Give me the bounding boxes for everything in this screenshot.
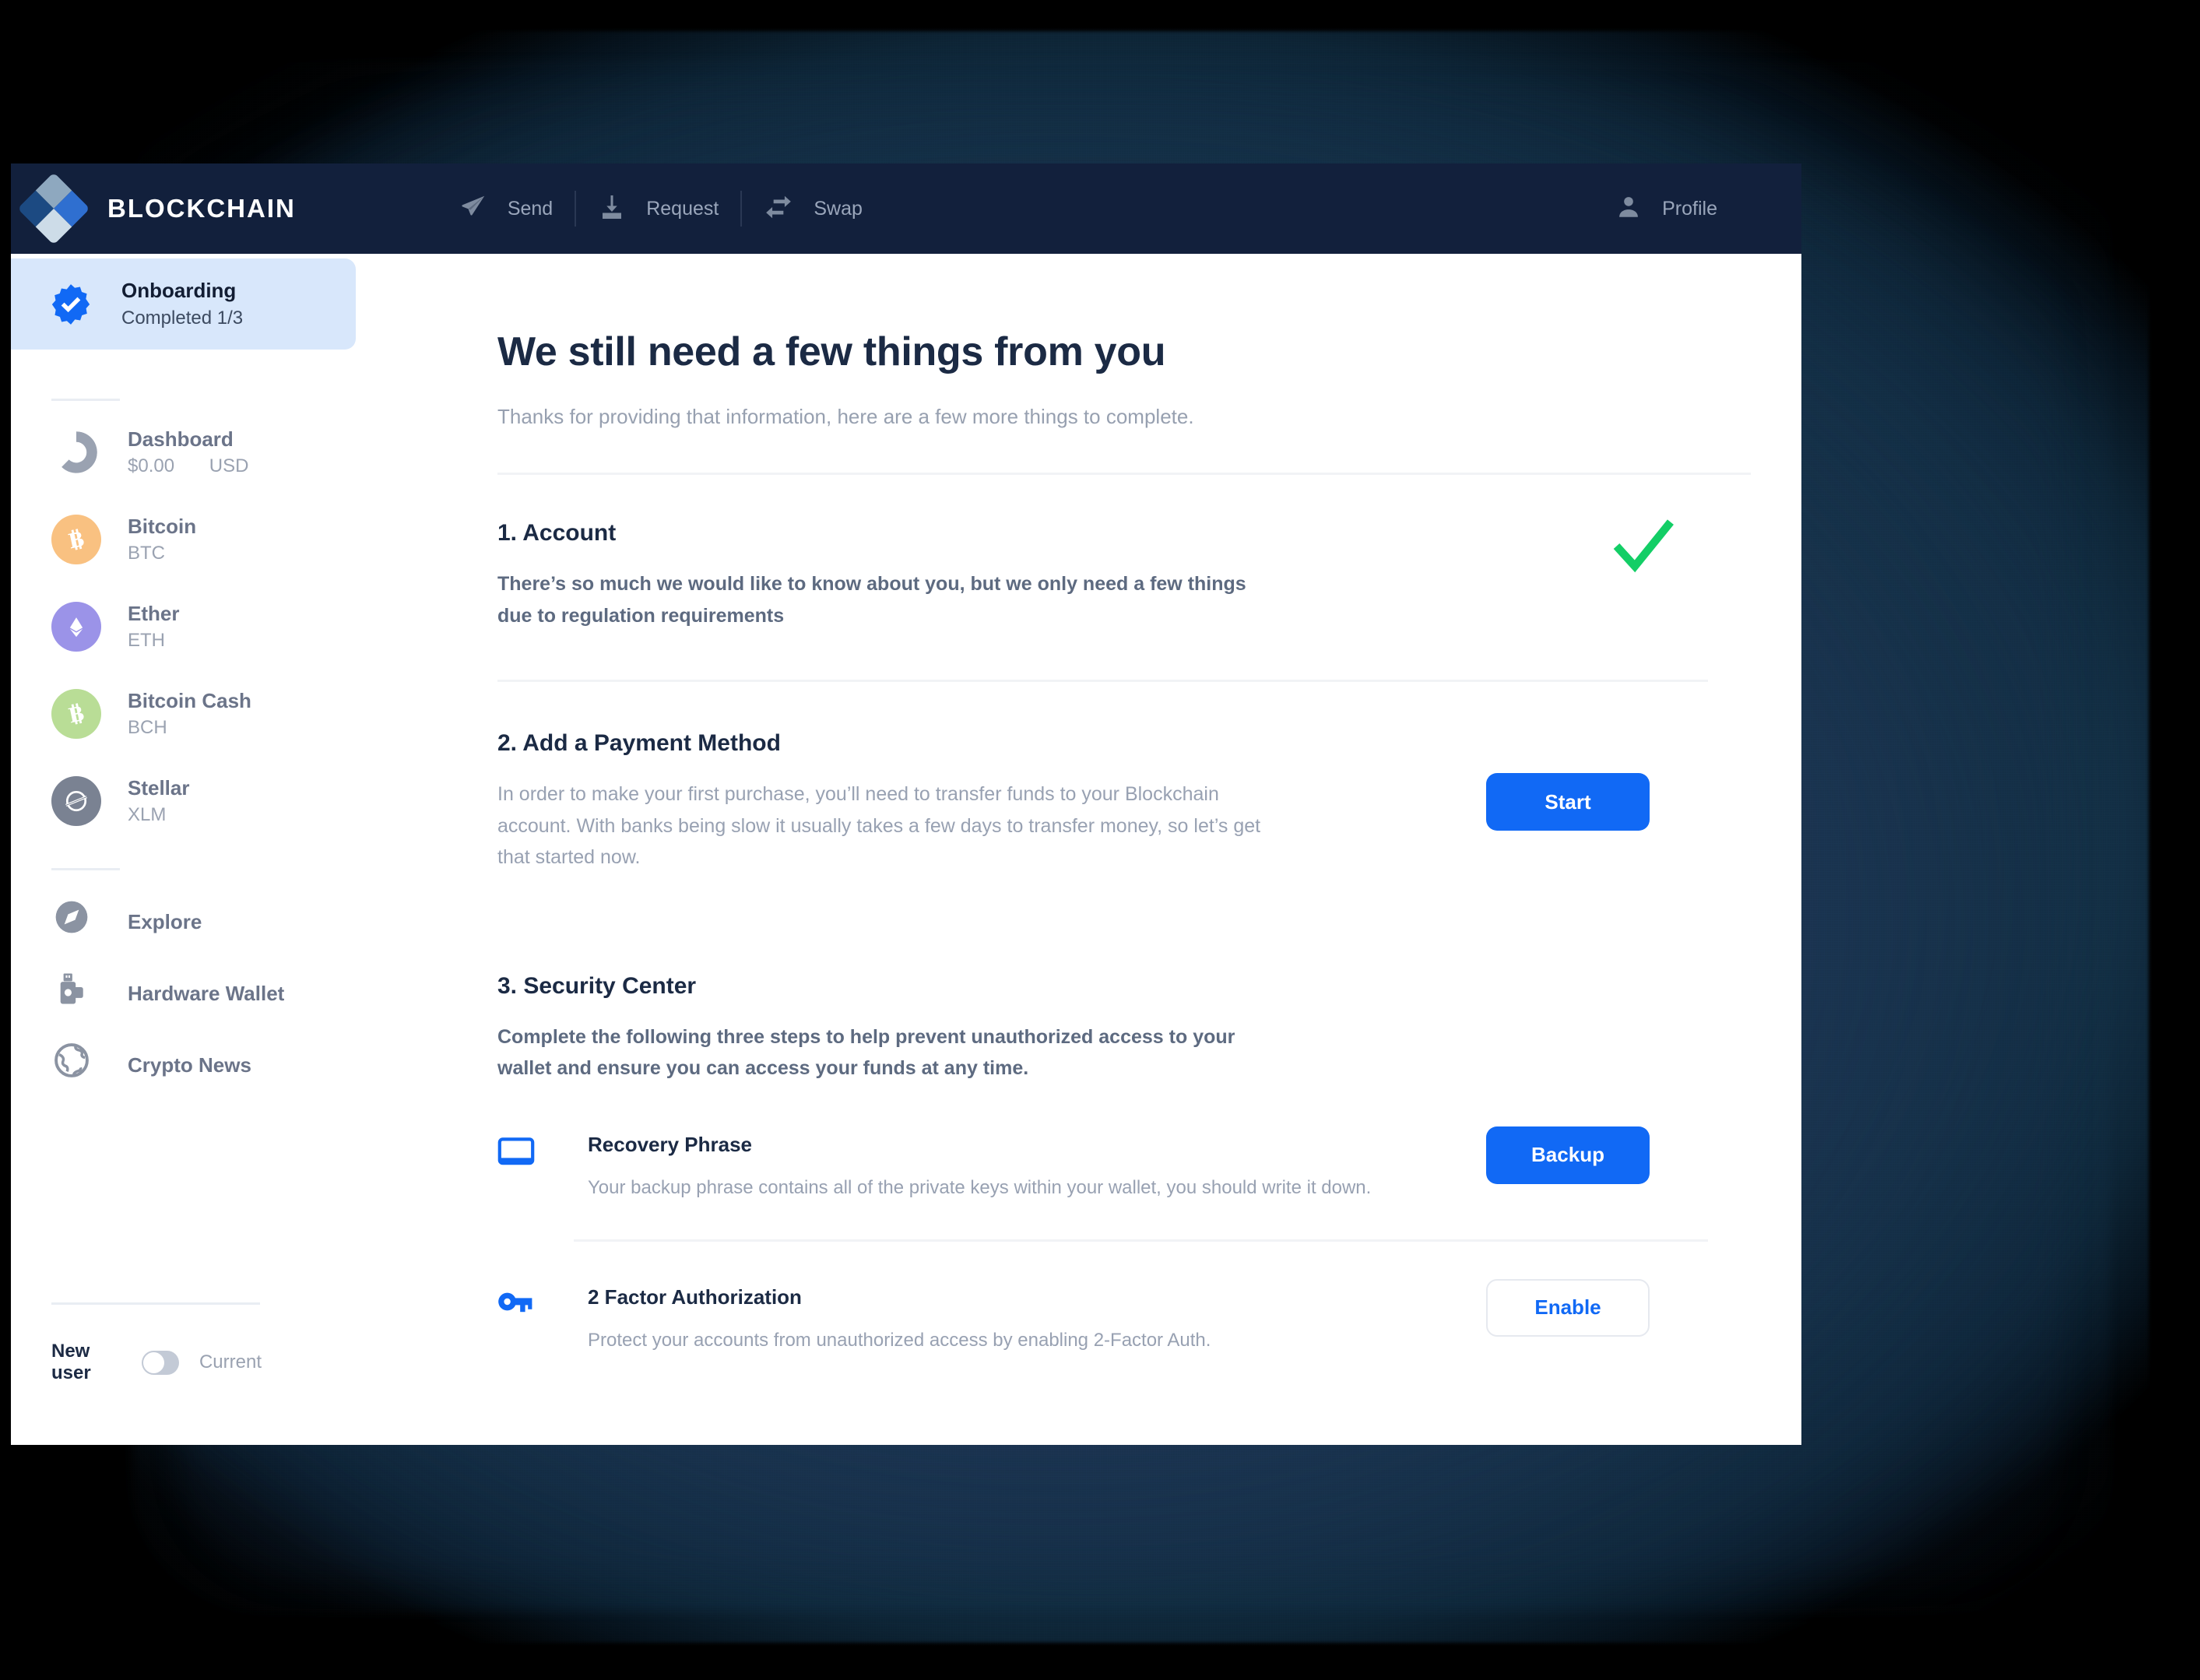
toggle-label-new-user: New user (51, 1341, 91, 1383)
sidebar-item-bitcoin-cash[interactable]: B Bitcoin Cash BCH (11, 670, 459, 757)
sidebar-bitcoin-cash-label: Bitcoin Cash (128, 689, 251, 712)
enable-button[interactable]: Enable (1486, 1278, 1650, 1337)
section-payment-method: 2. Add a Payment Method In order to make… (497, 730, 1751, 873)
toggle-label-current: Current (199, 1351, 262, 1372)
divider-between-security-rows (574, 1239, 1708, 1242)
screenshot-root: BLOCKCHAIN Send Request Swap Profile Onb… (0, 0, 2200, 1680)
two-factor-title: 2 Factor Authorization (588, 1285, 802, 1309)
sidebar-item-stellar[interactable]: Stellar XLM (11, 757, 459, 845)
recovery-phrase-desc: Your backup phrase contains all of the p… (588, 1176, 1372, 1198)
sidebar-item-bitcoin[interactable]: BB Bitcoin BTC (11, 496, 459, 583)
sidebar-stellar-label: Stellar (128, 776, 190, 800)
main-content: We still need a few things from you Than… (459, 254, 1801, 1445)
section-account-heading: 1. Account (497, 520, 617, 546)
page-title: We still need a few things from you (497, 329, 1166, 374)
nav-item-request[interactable]: Request (576, 193, 740, 225)
security-row-recovery-phrase: Recovery Phrase Your backup phrase conta… (497, 1126, 1751, 1199)
send-paper-plane-icon (459, 193, 487, 225)
svg-text:B: B (67, 527, 86, 554)
backup-button-label: Backup (1531, 1143, 1604, 1166)
brand-name: BLOCKCHAIN (107, 194, 296, 223)
sidebar-item-crypto-news[interactable]: Crypto News (11, 1029, 459, 1101)
key-icon (497, 1285, 543, 1351)
sidebar-divider-bottom (51, 868, 120, 870)
start-button[interactable]: Start (1486, 773, 1650, 831)
nav-item-send[interactable]: Send (438, 193, 575, 225)
sidebar-item-ether[interactable]: Ether ETH (11, 583, 459, 670)
divider-top (497, 473, 1751, 475)
green-checkmark-icon (1606, 517, 1679, 583)
profile-button[interactable]: Profile (1615, 194, 1717, 224)
start-button-label: Start (1545, 789, 1591, 814)
globe-news-icon (51, 1040, 101, 1090)
request-download-icon (598, 193, 626, 225)
recovery-phrase-title: Recovery Phrase (588, 1132, 753, 1156)
recovery-phrase-card-icon (497, 1133, 543, 1199)
section-payment-body: In order to make your first purchase, yo… (497, 783, 1261, 868)
nav-item-swap[interactable]: Swap (742, 192, 884, 226)
section-security-body: Complete the following three steps to he… (497, 1025, 1235, 1080)
sidebar-dashboard-label: Dashboard (128, 427, 234, 451)
onboarding-subtitle: Completed 1/3 (121, 308, 244, 329)
compass-icon (51, 897, 101, 947)
blockchain-diamond-logo-icon (17, 172, 90, 245)
bitcoin-icon: BB (51, 515, 101, 564)
profile-label: Profile (1662, 197, 1717, 220)
section-account: 1. Account There’s so much we would like… (497, 517, 1751, 682)
divider-after-account (497, 680, 1708, 682)
dashboard-currency: USD (209, 455, 249, 476)
sidebar-bitcoin-cash-sub: BCH (128, 717, 167, 738)
nav-item-request-label: Request (646, 197, 719, 220)
sidebar: Onboarding Completed 1/3 Dashboard $0.00… (11, 254, 459, 1445)
toggle-divider (51, 1302, 260, 1305)
section-security-center: 3. Security Center Complete the followin… (497, 973, 1751, 1351)
user-mode-switch[interactable] (142, 1350, 179, 1375)
sidebar-item-dashboard[interactable]: Dashboard $0.00 USD (11, 409, 459, 496)
sidebar-item-explore[interactable]: Explore (11, 886, 459, 958)
sidebar-explore-label: Explore (128, 909, 202, 933)
sidebar-item-hardware-wallet[interactable]: Hardware Wallet (11, 958, 459, 1029)
onboarding-title: Onboarding (121, 279, 237, 302)
section-payment-heading: 2. Add a Payment Method (497, 730, 781, 756)
swap-arrows-icon (764, 192, 793, 226)
nav-item-send-label: Send (507, 197, 554, 220)
svg-text:B: B (67, 701, 86, 728)
stellar-icon (51, 776, 101, 826)
section-security-heading: 3. Security Center (497, 972, 697, 999)
security-row-2fa: 2 Factor Authorization Protect your acco… (497, 1278, 1751, 1351)
nav-item-swap-label: Swap (814, 197, 863, 220)
brand-logo[interactable]: BLOCKCHAIN (17, 172, 296, 245)
sidebar-bitcoin-sub: BTC (128, 543, 165, 564)
nav-links: Send Request Swap (438, 191, 884, 227)
sidebar-ether-label: Ether (128, 602, 180, 625)
sidebar-dashboard-sub: $0.00 USD (128, 455, 248, 477)
top-navigation-bar: BLOCKCHAIN Send Request Swap Profile (11, 163, 1801, 254)
sidebar-ether-sub: ETH (128, 630, 165, 651)
usb-hardware-wallet-icon (51, 968, 101, 1018)
page-subtitle: Thanks for providing that information, h… (497, 405, 1194, 428)
verified-badge-check-icon (48, 282, 93, 327)
sidebar-hardware-wallet-label: Hardware Wallet (128, 981, 285, 1005)
sidebar-divider-top (51, 399, 120, 401)
dashboard-balance: $0.00 (128, 455, 175, 476)
app-body: Onboarding Completed 1/3 Dashboard $0.00… (11, 254, 1801, 1445)
person-icon (1615, 194, 1642, 224)
bitcoin-cash-icon: B (51, 689, 101, 739)
enable-button-label: Enable (1534, 1295, 1601, 1319)
section-account-body: There’s so much we would like to know ab… (497, 573, 1246, 627)
ethereum-icon (51, 602, 101, 652)
sidebar-bitcoin-label: Bitcoin (128, 515, 197, 538)
switch-knob (143, 1351, 165, 1373)
sidebar-item-onboarding[interactable]: Onboarding Completed 1/3 (11, 258, 356, 350)
sidebar-stellar-sub: XLM (128, 804, 167, 825)
donut-chart-icon (51, 427, 101, 477)
backup-button[interactable]: Backup (1486, 1126, 1650, 1184)
two-factor-desc: Protect your accounts from unauthorized … (588, 1329, 1211, 1351)
user-mode-toggle-section: New user Current (51, 1302, 262, 1384)
sidebar-crypto-news-label: Crypto News (128, 1053, 251, 1077)
app-window: BLOCKCHAIN Send Request Swap Profile Onb… (11, 163, 1801, 1445)
